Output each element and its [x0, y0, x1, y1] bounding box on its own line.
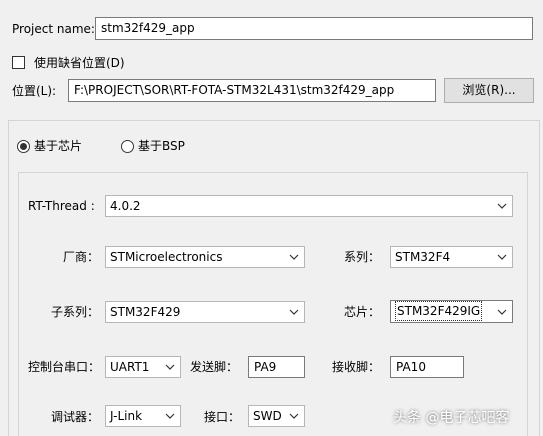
location-value: F:\PROJECT\SOR\RT-FOTA-STM32L431\stm32f4… — [74, 83, 395, 97]
interface-label: 接口： — [204, 410, 241, 424]
series-select[interactable]: STM32F4 — [390, 246, 513, 268]
use-default-location-checkbox[interactable] — [12, 56, 25, 69]
chevron-down-icon — [494, 247, 510, 267]
chevron-down-icon — [494, 196, 510, 216]
bsp-mode-label[interactable]: 基于BSP — [138, 138, 185, 154]
chevron-down-icon — [162, 357, 178, 377]
chevron-down-icon — [286, 302, 302, 322]
browse-button[interactable]: 浏览(R)... — [444, 78, 534, 103]
chevron-down-icon — [286, 247, 302, 267]
project-name-value: stm32f429_app — [101, 21, 195, 35]
bsp-mode-radio-icon[interactable] — [121, 140, 134, 153]
sub-series-select[interactable]: STM32F429 — [105, 301, 305, 323]
console-uart-value: UART1 — [110, 360, 150, 374]
interface-select[interactable]: SWD — [248, 405, 305, 427]
browse-button-label: 浏览(R)... — [462, 83, 516, 97]
chip-mode-radio-icon[interactable] — [17, 140, 30, 153]
series-label: 系列： — [344, 250, 381, 264]
location-label: 位置(L): — [12, 84, 57, 98]
vendor-value: STMicroelectronics — [110, 250, 223, 264]
rt-thread-version-select[interactable]: 4.0.2 — [105, 195, 513, 217]
watermark-text: 头条 @电子芯吧客 — [393, 410, 510, 426]
interface-value: SWD — [253, 409, 282, 423]
location-input[interactable]: F:\PROJECT\SOR\RT-FOTA-STM32L431\stm32f4… — [68, 79, 436, 102]
project-name-label: Project name: — [12, 22, 95, 36]
watermark: 头条 @电子芯吧客 — [393, 404, 543, 430]
vendor-label: 厂商： — [63, 250, 100, 264]
rx-pin-label: 接收脚： — [332, 360, 381, 374]
sub-series-value: STM32F429 — [110, 305, 181, 319]
chip-label: 芯片： — [344, 305, 381, 319]
chevron-down-icon — [494, 301, 510, 322]
rx-pin-input[interactable]: PA10 — [390, 356, 464, 378]
debugger-select[interactable]: J-Link — [105, 405, 181, 427]
debugger-value: J-Link — [110, 409, 143, 423]
rt-thread-version-value: 4.0.2 — [110, 199, 141, 213]
debugger-label: 调试器： — [51, 410, 100, 424]
chip-mode-label[interactable]: 基于芯片 — [34, 138, 82, 154]
rx-pin-value: PA10 — [396, 360, 426, 374]
chip-select[interactable]: STM32F429IG — [390, 300, 513, 323]
chevron-down-icon — [286, 406, 302, 426]
new-project-dialog: Project name: stm32f429_app 使用缺省位置(D) 位置… — [0, 0, 543, 436]
project-name-input[interactable]: stm32f429_app — [95, 17, 533, 40]
chip-value: STM32F429IG — [395, 301, 483, 321]
use-default-location-label[interactable]: 使用缺省位置(D) — [34, 55, 125, 71]
chevron-down-icon — [162, 406, 178, 426]
tx-pin-input[interactable]: PA9 — [248, 356, 305, 378]
console-uart-label: 控制台串口： — [28, 360, 101, 374]
vendor-select[interactable]: STMicroelectronics — [105, 246, 305, 268]
sub-series-label: 子系列： — [51, 305, 100, 319]
tx-pin-value: PA9 — [254, 360, 277, 374]
console-uart-select[interactable]: UART1 — [105, 356, 181, 378]
series-value: STM32F4 — [395, 250, 451, 264]
tx-pin-label: 发送脚： — [190, 360, 239, 374]
rt-thread-label: RT-Thread : — [28, 199, 95, 213]
